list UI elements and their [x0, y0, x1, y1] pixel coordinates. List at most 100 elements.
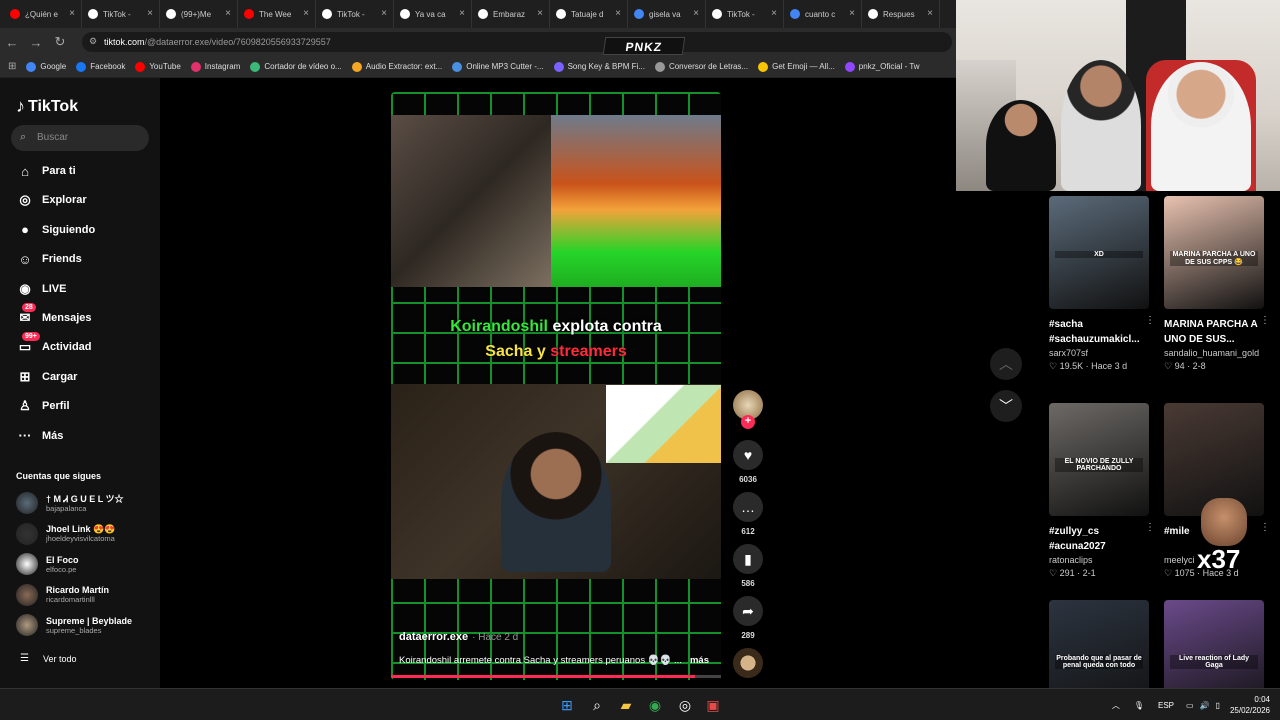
video-author[interactable]: sandalio_huamani_gold	[1164, 348, 1264, 358]
video-author[interactable]: sarx707sf	[1049, 348, 1149, 358]
microphone-icon[interactable]: 🎙	[1134, 701, 1144, 710]
more-options-icon[interactable]: ⋮	[1260, 522, 1270, 533]
sidebar-item-live[interactable]: ◉ LIVE	[16, 280, 66, 298]
video-thumbnail[interactable]: XD	[1049, 196, 1149, 309]
browser-tab[interactable]: Embaraz ×	[472, 0, 550, 28]
more-options-icon[interactable]: ⋮	[1145, 522, 1155, 533]
close-icon[interactable]: ×	[303, 8, 309, 19]
close-icon[interactable]: ×	[225, 8, 231, 19]
obs-icon[interactable]: ◎	[675, 695, 695, 715]
heart-icon[interactable]: ♥	[733, 440, 763, 470]
video-title[interactable]: #sacha #sachauzumakicl...	[1049, 317, 1149, 347]
browser-tab[interactable]: cuanto c ×	[784, 0, 862, 28]
browser-tab[interactable]: Tatuaje d ×	[550, 0, 628, 28]
sidebar-item-perfil[interactable]: ♙ Perfil	[16, 397, 69, 415]
close-icon[interactable]: ×	[459, 8, 465, 19]
sidebar-item-parati[interactable]: ⌂ Para ti	[16, 162, 76, 180]
bookmark-item[interactable]: Online MP3 Cutter -...	[452, 61, 544, 72]
video-player[interactable]: Koirandoshil explota contra Sacha y stre…	[391, 92, 721, 680]
bookmark-item[interactable]: Facebook	[76, 61, 125, 72]
browser-tab[interactable]: ¿Quién e ×	[4, 0, 82, 28]
close-icon[interactable]: ×	[69, 8, 75, 19]
sidebar-item-mensajes[interactable]: ✉ Mensajes 28	[16, 303, 92, 327]
share-action[interactable]: ➦ 289	[733, 596, 763, 640]
browser-tab[interactable]: TikTok - ×	[706, 0, 784, 28]
close-icon[interactable]: ×	[693, 8, 699, 19]
close-icon[interactable]: ×	[849, 8, 855, 19]
chrome-icon[interactable]: ◉	[645, 695, 665, 715]
video-progress-bar[interactable]	[391, 675, 721, 678]
browser-tab[interactable]: TikTok - ×	[316, 0, 394, 28]
back-icon[interactable]: ←	[0, 35, 24, 50]
bookmark-item[interactable]: Instagram	[190, 61, 240, 72]
browser-tab[interactable]: (99+)Me ×	[160, 0, 238, 28]
like-action[interactable]: ♥ 6036	[733, 440, 763, 484]
followed-account[interactable]: Supreme | Beyblade supreme_blades	[16, 614, 132, 636]
close-icon[interactable]: ×	[537, 8, 543, 19]
followed-account[interactable]: † M Ꮧ G U E L ツ☆ bajapalanca	[16, 492, 124, 514]
close-icon[interactable]: ×	[147, 8, 153, 19]
reload-icon[interactable]: ↻	[48, 34, 72, 50]
video-author[interactable]: ratonaclips	[1049, 555, 1149, 565]
caption-more-button[interactable]: más	[690, 655, 709, 666]
video-thumbnail[interactable]: EL NOVIO DE ZULLY PARCHANDO	[1049, 403, 1149, 516]
bookmark-item[interactable]: Google	[26, 61, 66, 72]
search-taskbar-icon[interactable]: ⌕	[587, 695, 607, 715]
bookmark-item[interactable]: Song Key & BPM Fi...	[553, 61, 645, 72]
video-title[interactable]: MARINA PARCHA A UNO DE SUS...	[1164, 317, 1264, 347]
sidebar-item-siguiendo[interactable]: ● Siguiendo	[16, 221, 95, 239]
sidebar-item-actividad[interactable]: ▭ Actividad 99+	[16, 332, 92, 356]
clock[interactable]: 0:04 25/02/2026	[1230, 694, 1270, 716]
bookmark-item[interactable]: Cortador de vídeo o...	[250, 61, 342, 72]
see-all-link[interactable]: ☰ Ver todo	[20, 653, 77, 664]
more-options-icon[interactable]: ⋮	[1145, 315, 1155, 326]
recommended-video[interactable]: MARINA PARCHA A UNO DE SUS CPPS 😂 MARINA …	[1164, 196, 1270, 372]
share-icon[interactable]: ➦	[733, 596, 763, 626]
bookmark-item[interactable]: YouTube	[135, 61, 181, 72]
browser-tab[interactable]: Ya va ca ×	[394, 0, 472, 28]
followed-account[interactable]: El Foco elfoco.pe	[16, 553, 79, 575]
bookmark-icon[interactable]: ▮	[733, 544, 763, 574]
next-video-button[interactable]: ﹀	[990, 390, 1022, 422]
bookmark-item[interactable]: pnkz_Oficial - Tw	[844, 61, 920, 72]
close-icon[interactable]: ×	[927, 8, 933, 19]
language-indicator[interactable]: ESP	[1158, 701, 1174, 710]
address-bar[interactable]: ⚙ tiktok.com/@dataerror.exe/video/760982…	[82, 32, 952, 52]
forward-icon[interactable]: →	[24, 35, 48, 50]
sidebar-item-explorar[interactable]: ◎ Explorar	[16, 191, 86, 209]
sidebar-item-cargar[interactable]: ⊞ Cargar	[16, 368, 78, 386]
app-icon[interactable]: ▣	[703, 695, 723, 715]
recommended-video[interactable]: EL NOVIO DE ZULLY PARCHANDO #zullyy_cs #a…	[1049, 403, 1155, 579]
comment-action[interactable]: … 612	[733, 492, 763, 536]
recommended-video[interactable]: XD #sacha #sachauzumakicl... sarx707sf ♡ 19…	[1049, 196, 1155, 372]
video-title[interactable]: #zullyy_cs #acuna2027	[1049, 524, 1149, 554]
tiktok-logo[interactable]: ♪ TikTok	[16, 96, 78, 117]
network-icon[interactable]: ▭	[1186, 701, 1194, 710]
more-options-icon[interactable]: ⋮	[1260, 315, 1270, 326]
close-icon[interactable]: ×	[771, 8, 777, 19]
battery-icon[interactable]: ▯	[1216, 701, 1220, 710]
browser-tab[interactable]: gisela va ×	[628, 0, 706, 28]
volume-icon[interactable]: 🔊	[1200, 701, 1210, 710]
followed-account[interactable]: Ricardo Martín ricardomartinlll	[16, 583, 109, 606]
sidebar-item-ms[interactable]: ··· Más	[16, 427, 64, 445]
sidebar-item-friends[interactable]: ☺ Friends	[16, 250, 81, 268]
save-action[interactable]: ▮ 586	[733, 544, 763, 588]
browser-tab[interactable]: Respues ×	[862, 0, 940, 28]
video-thumbnail[interactable]: MARINA PARCHA A UNO DE SUS CPPS 😂	[1164, 196, 1264, 309]
apps-grid-icon[interactable]: ⊞	[8, 61, 16, 72]
video-author[interactable]: dataerror.exe · Hace 2 d	[399, 631, 518, 643]
search-input[interactable]: ⌕ Buscar	[11, 125, 149, 151]
music-disc-icon[interactable]	[733, 648, 763, 678]
close-icon[interactable]: ×	[615, 8, 621, 19]
site-info-icon[interactable]: ⚙	[89, 36, 97, 47]
previous-video-button[interactable]: ︿	[990, 348, 1022, 380]
browser-tab[interactable]: TikTok - ×	[82, 0, 160, 28]
file-explorer-icon[interactable]: ▰	[616, 695, 636, 715]
author-name[interactable]: dataerror.exe	[399, 631, 468, 643]
follow-plus-icon[interactable]: +	[741, 415, 755, 429]
comment-icon[interactable]: …	[733, 492, 763, 522]
bookmark-item[interactable]: Audio Extractor: ext...	[351, 61, 442, 72]
browser-tab[interactable]: The Wee ×	[238, 0, 316, 28]
close-icon[interactable]: ×	[381, 8, 387, 19]
